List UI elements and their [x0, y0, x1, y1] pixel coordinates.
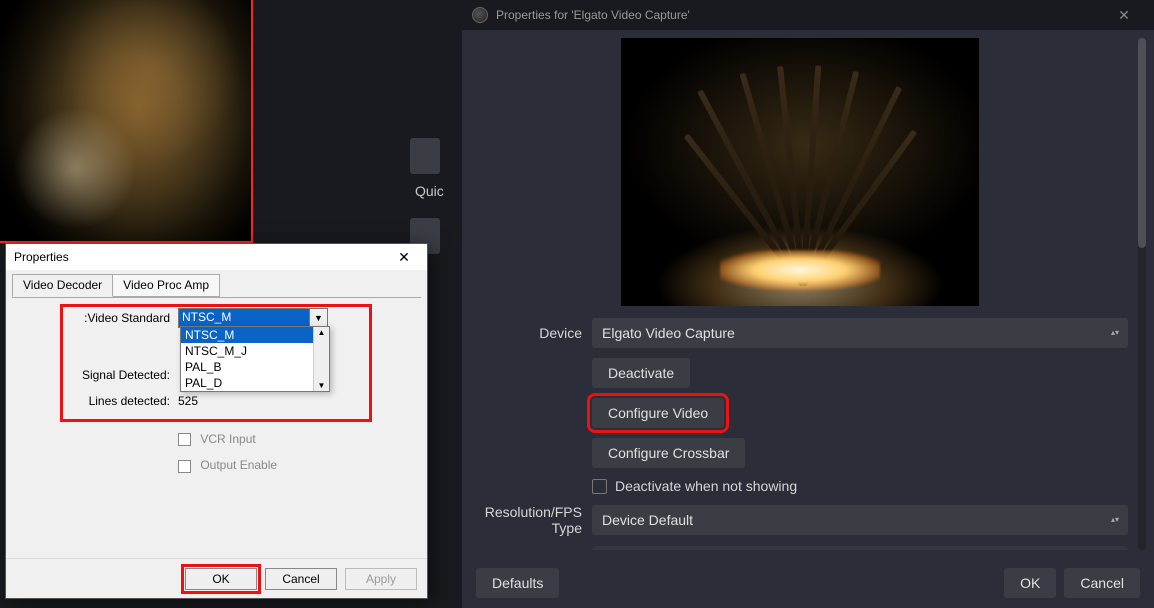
- deactivate-when-not-showing-checkbox[interactable]: [592, 479, 607, 494]
- tabstrip: Video Decoder Video Proc Amp: [6, 270, 427, 297]
- deactivate-when-not-showing-label: Deactivate when not showing: [615, 478, 797, 494]
- vcr-input-label: VCR Input: [200, 432, 255, 446]
- video-standard-label: :Video Standard: [22, 311, 178, 325]
- video-standard-dropdown[interactable]: NTSC_M NTSC_M_J PAL_B PAL_D ▲▼: [180, 326, 330, 392]
- resolution-combo[interactable]: [592, 546, 1128, 550]
- resolution-fps-combo[interactable]: Device Default ▴▾: [592, 505, 1128, 535]
- ok-button[interactable]: OK: [1004, 568, 1056, 598]
- dropdown-scrollbar[interactable]: ▲▼: [313, 327, 329, 391]
- device-value: Elgato Video Capture: [602, 325, 1106, 341]
- configure-crossbar-button[interactable]: Configure Crossbar: [592, 438, 745, 468]
- win-title: Properties: [14, 250, 69, 264]
- device-combo[interactable]: Elgato Video Capture ▴▾: [592, 318, 1128, 348]
- video-standard-value: NTSC_M: [179, 309, 309, 327]
- main-canvas-preview: [0, 0, 253, 243]
- apply-button: Apply: [345, 568, 417, 590]
- lines-detected-value: 525: [178, 394, 198, 408]
- obs-properties-dialog: Properties for 'Elgato Video Capture' ✕ …: [462, 0, 1154, 608]
- lines-detected-label: Lines detected:: [22, 394, 178, 408]
- configure-video-button[interactable]: Configure Video: [592, 398, 724, 428]
- chevron-down-icon[interactable]: ▼: [309, 309, 327, 327]
- obs-title: Properties for 'Elgato Video Capture': [496, 8, 690, 22]
- tab-video-decoder[interactable]: Video Decoder: [12, 274, 113, 297]
- chevron-updown-icon[interactable]: ▴▾: [1106, 516, 1124, 524]
- scrollbar-thumb[interactable]: [1138, 38, 1146, 248]
- option-ntsc-m-j[interactable]: NTSC_M_J: [181, 343, 329, 359]
- tab-video-proc-amp[interactable]: Video Proc Amp: [112, 274, 220, 297]
- bg-panel: [430, 300, 442, 318]
- option-ntsc-m[interactable]: NTSC_M: [181, 327, 329, 343]
- obs-icon: [472, 7, 488, 23]
- option-pal-d[interactable]: PAL_D: [181, 375, 329, 391]
- output-enable-label: Output Enable: [200, 458, 277, 472]
- chevron-updown-icon[interactable]: ▴▾: [1106, 329, 1124, 337]
- scrollbar[interactable]: [1138, 38, 1146, 550]
- decoder-properties-dialog: Properties ✕ Video Decoder Video Proc Am…: [5, 243, 428, 599]
- cancel-button[interactable]: Cancel: [265, 568, 337, 590]
- video-standard-combo[interactable]: NTSC_M ▼: [178, 308, 328, 328]
- deactivate-button[interactable]: Deactivate: [592, 358, 690, 388]
- quick-label: Quic: [415, 183, 444, 199]
- vcr-input-checkbox[interactable]: [178, 433, 191, 446]
- signal-detected-label: Signal Detected:: [22, 368, 178, 382]
- source-preview: [621, 38, 979, 306]
- device-label: Device: [472, 325, 592, 341]
- resolution-fps-value: Device Default: [602, 512, 1106, 528]
- tab-panel: :Video Standard NTSC_M ▼ NTSC_M NTSC_M_J…: [12, 297, 421, 552]
- obs-titlebar[interactable]: Properties for 'Elgato Video Capture' ✕: [462, 0, 1154, 30]
- win-titlebar[interactable]: Properties ✕: [6, 244, 427, 270]
- close-icon[interactable]: ✕: [389, 249, 419, 266]
- defaults-button[interactable]: Defaults: [476, 568, 559, 598]
- resolution-fps-label: Resolution/FPS Type: [472, 504, 592, 536]
- cancel-button[interactable]: Cancel: [1064, 568, 1140, 598]
- ok-button[interactable]: OK: [185, 568, 257, 590]
- close-icon[interactable]: ✕: [1104, 7, 1144, 24]
- output-enable-checkbox[interactable]: [178, 460, 191, 473]
- option-pal-b[interactable]: PAL_B: [181, 359, 329, 375]
- bg-panel: [410, 138, 440, 174]
